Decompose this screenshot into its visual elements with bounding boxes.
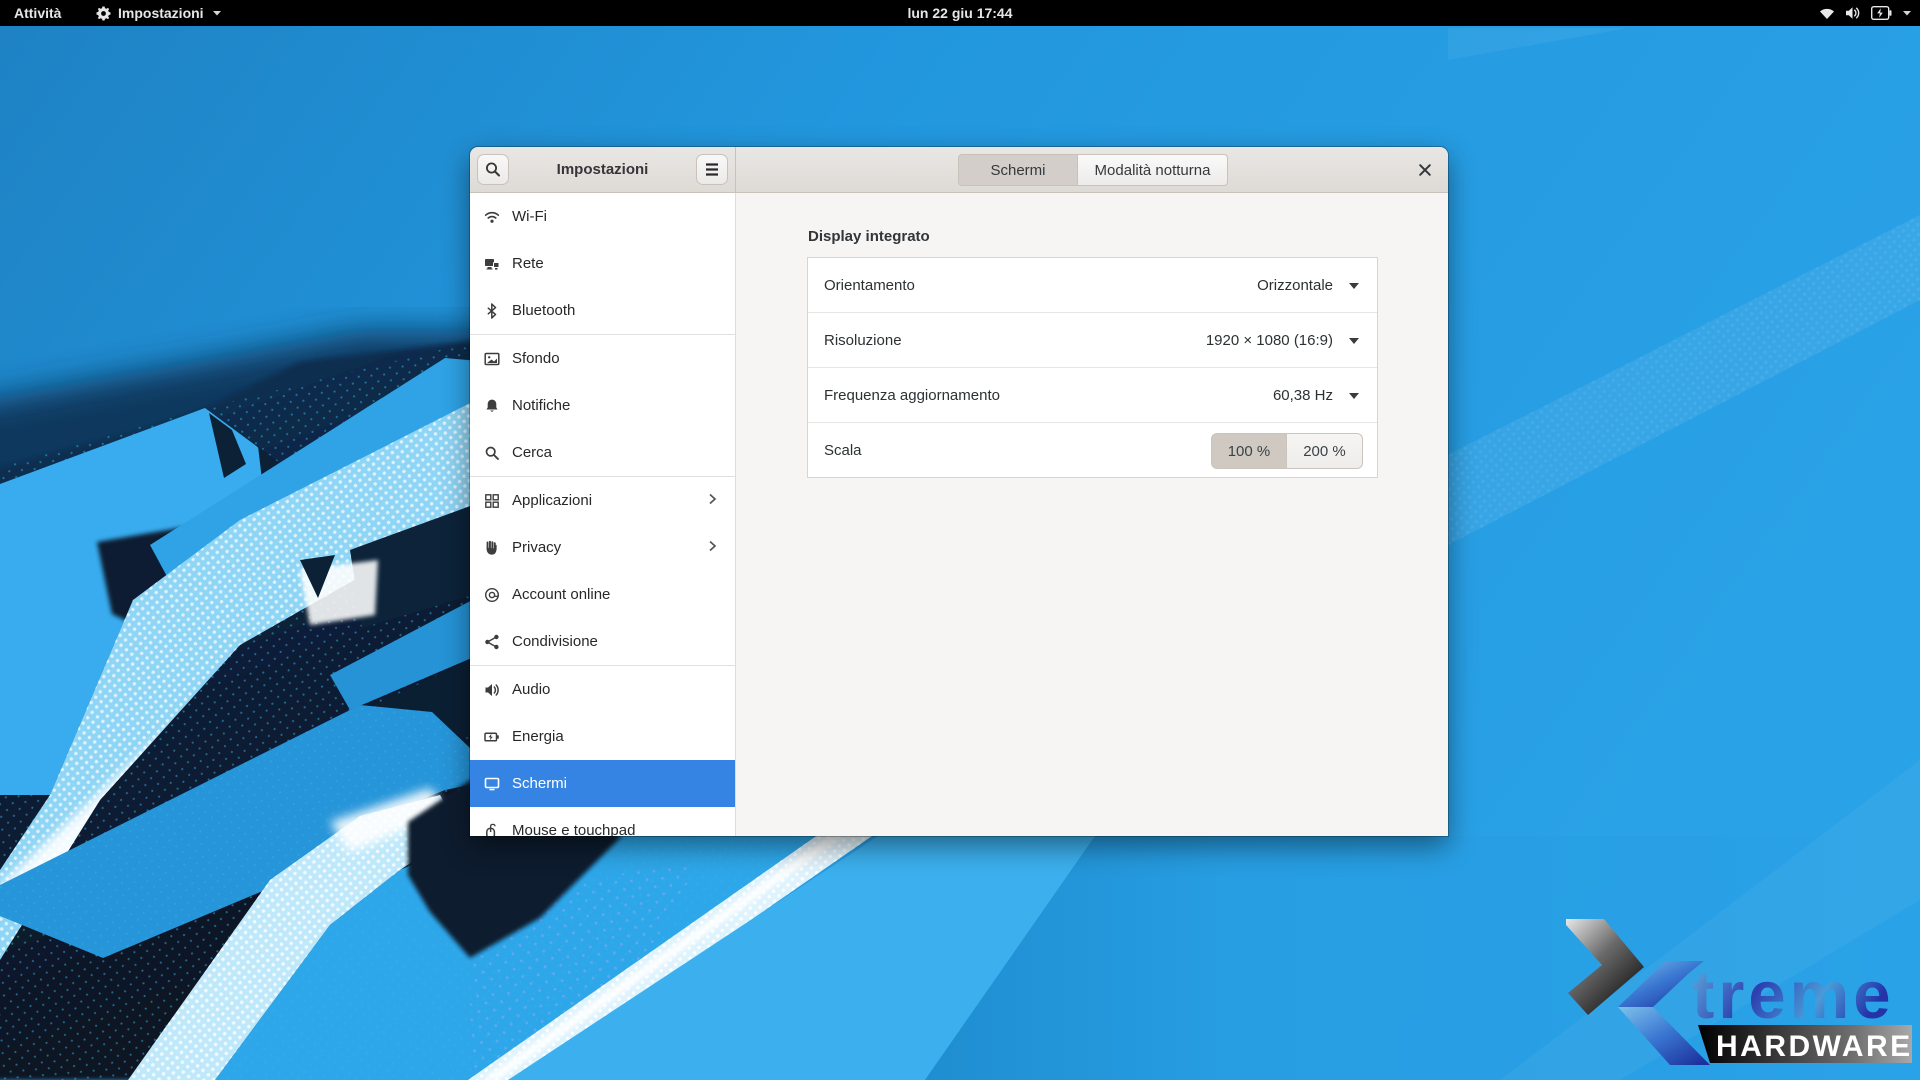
svg-text:HARDWARE: HARDWARE — [1716, 1030, 1913, 1063]
svg-text:treme: treme — [1692, 958, 1894, 1033]
